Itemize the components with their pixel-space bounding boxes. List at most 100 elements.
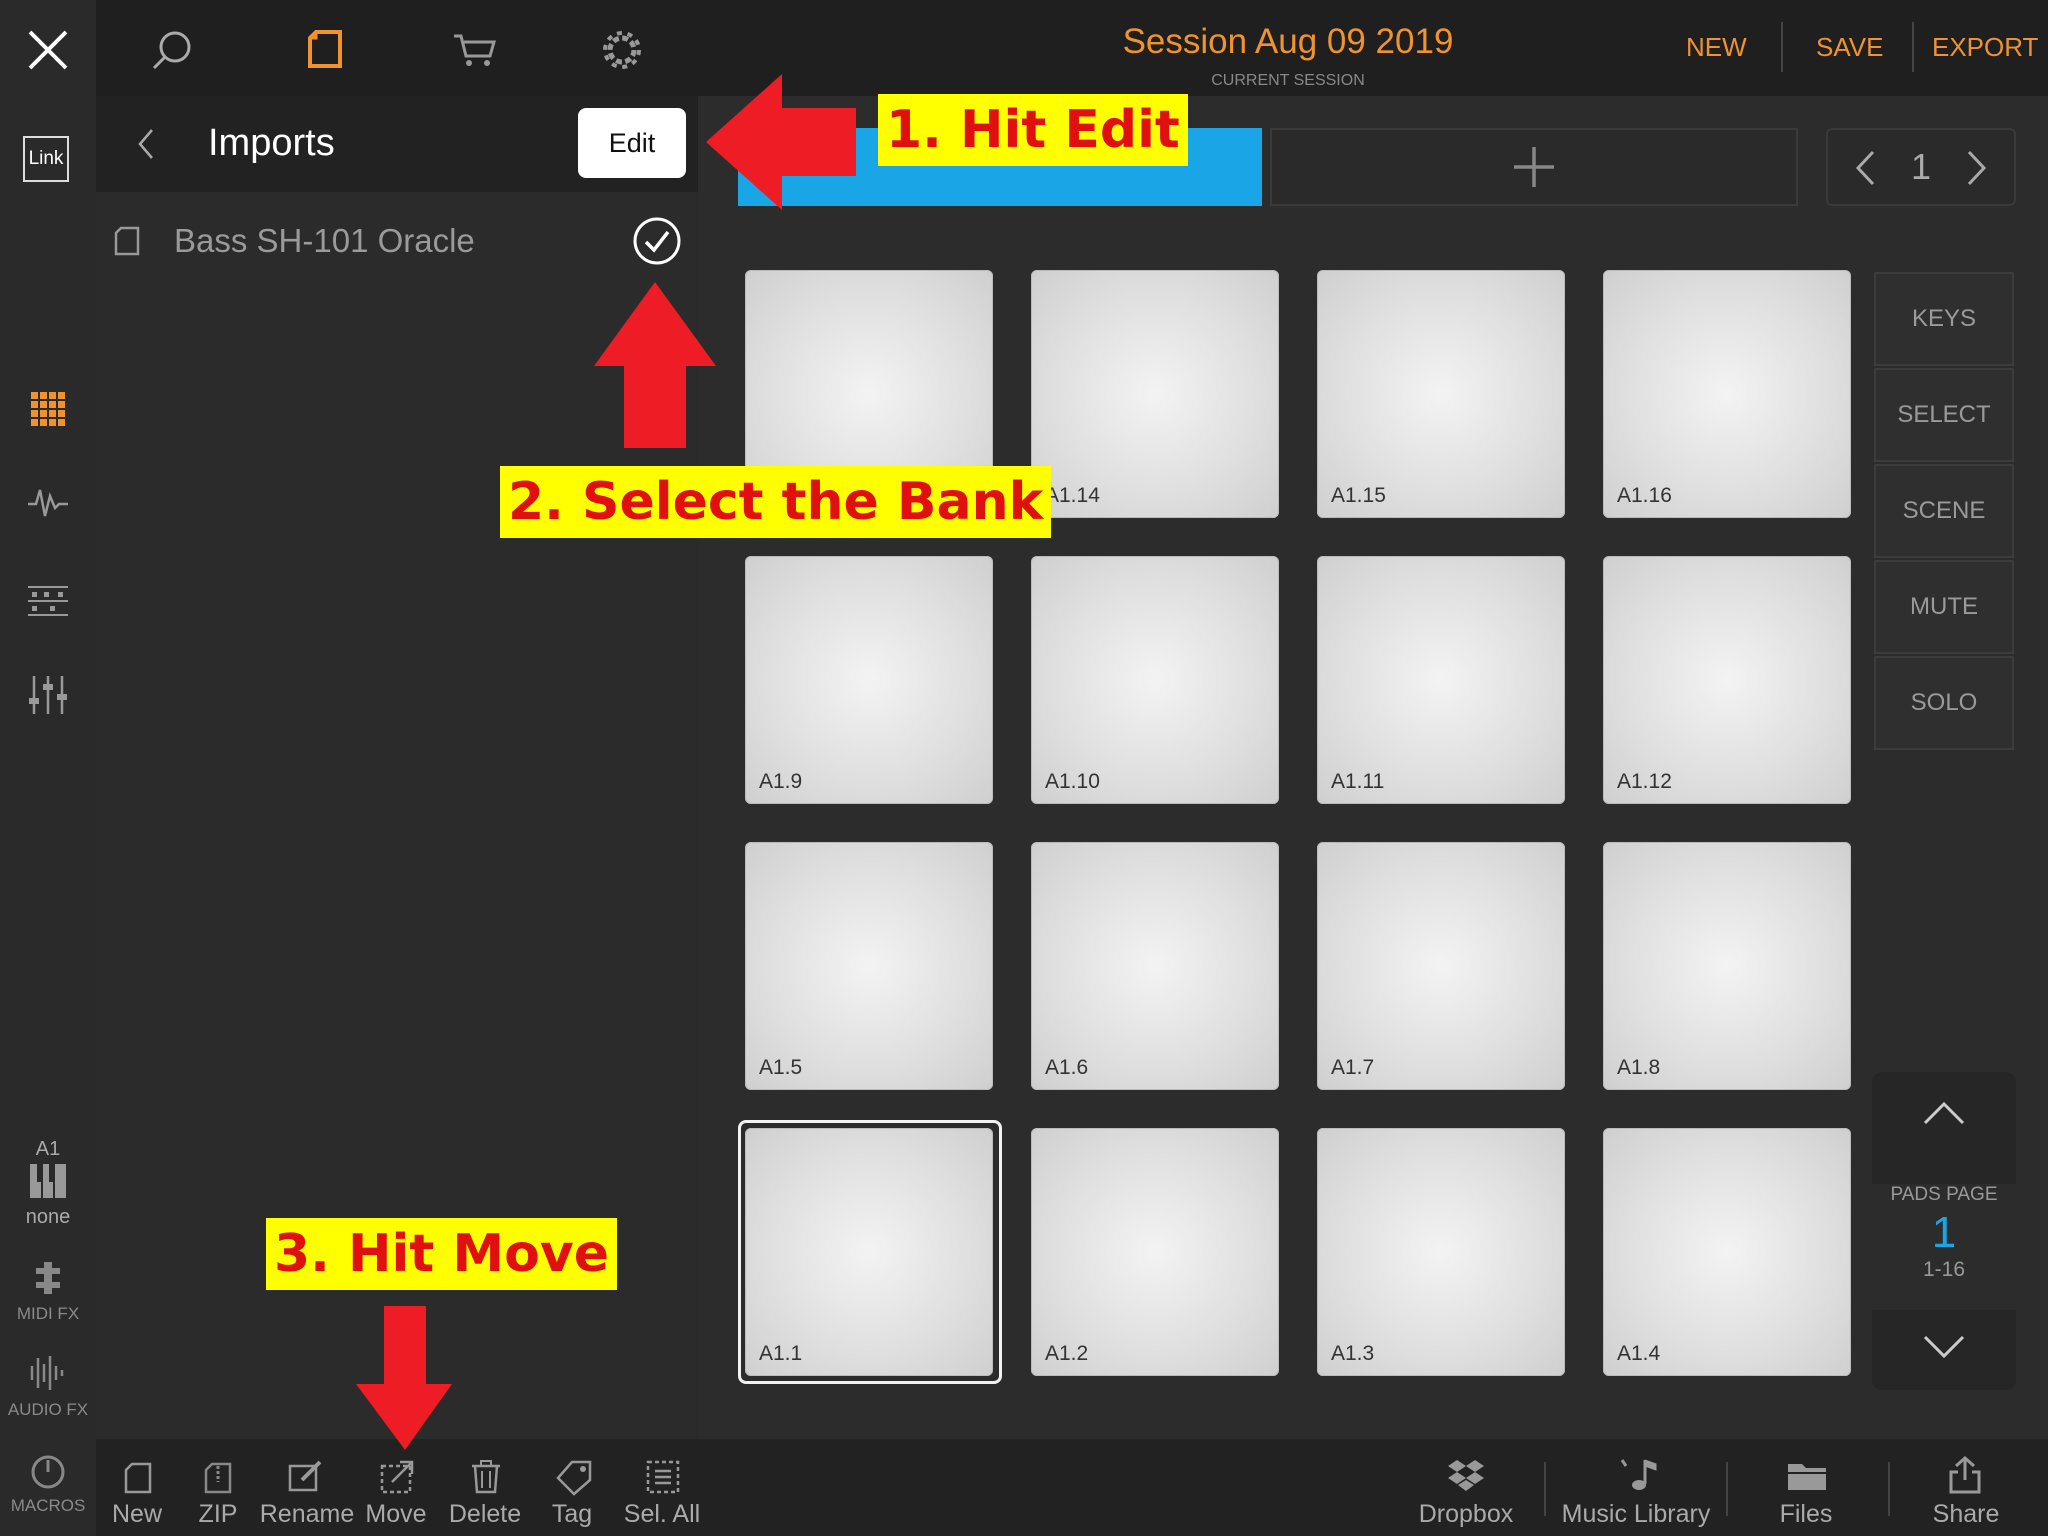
browser-folder-icon[interactable] bbox=[306, 28, 346, 70]
chevron-down-icon[interactable] bbox=[1922, 1334, 1966, 1360]
edit-label: Edit bbox=[608, 127, 656, 158]
sequencer-icon[interactable] bbox=[28, 584, 68, 618]
audio-fx-label: AUDIO FX bbox=[7, 1400, 89, 1419]
search-icon[interactable] bbox=[150, 28, 194, 72]
link-label: Link bbox=[28, 148, 64, 169]
pad[interactable]: A1.6 bbox=[1031, 842, 1279, 1090]
add-scene-button[interactable] bbox=[1270, 128, 1798, 206]
red-arrow-up bbox=[594, 282, 716, 448]
browser-header: Imports Edit bbox=[96, 96, 698, 192]
folder-icon bbox=[114, 226, 140, 256]
pad[interactable]: A1.10 bbox=[1031, 556, 1279, 804]
pad-label: A1.12 bbox=[1617, 770, 1672, 793]
instrument-slot: A1 bbox=[35, 1138, 61, 1160]
mixer-icon[interactable] bbox=[28, 676, 68, 714]
mode-button[interactable]: KEYS bbox=[1874, 272, 2014, 366]
pad-label: A1.6 bbox=[1045, 1056, 1089, 1079]
midi-fx-label: MIDI FX bbox=[16, 1304, 80, 1323]
waveform-icon[interactable] bbox=[28, 486, 68, 520]
trash-icon bbox=[472, 1460, 500, 1494]
mode-button[interactable]: SOLO bbox=[1874, 656, 2014, 750]
save-button[interactable]: SAVE bbox=[1816, 32, 1883, 63]
tag-icon bbox=[556, 1460, 592, 1496]
annotation-step-2: 2. Select the Bank bbox=[500, 466, 1052, 538]
mode-button[interactable]: SELECT bbox=[1874, 368, 2014, 462]
select-all-icon bbox=[646, 1460, 680, 1494]
red-arrow-down bbox=[356, 1306, 452, 1450]
session-title[interactable]: Session Aug 09 2019 bbox=[1018, 22, 1558, 62]
selected-pad-outline bbox=[738, 1120, 1002, 1384]
scene-pager: 1 bbox=[1826, 128, 2016, 206]
pad[interactable]: A1.14 bbox=[1031, 270, 1279, 518]
source-button[interactable]: Files bbox=[1716, 1500, 1896, 1529]
pad-label: A1.15 bbox=[1331, 484, 1386, 507]
browser-tabs bbox=[96, 0, 698, 96]
pads-page-label: PADS PAGE bbox=[1890, 1184, 1998, 1205]
pad-label: A1.5 bbox=[759, 1056, 803, 1079]
browser-title: Imports bbox=[208, 122, 335, 164]
chevron-up-icon[interactable] bbox=[1922, 1100, 1966, 1126]
dropbox-icon bbox=[1448, 1460, 1484, 1491]
audio-fx-icon[interactable] bbox=[28, 1356, 68, 1390]
pad[interactable]: A1.3 bbox=[1317, 1128, 1565, 1376]
pads-page-range: 1-16 bbox=[1922, 1258, 1966, 1281]
session-subtitle: CURRENT SESSION bbox=[1211, 72, 1365, 89]
pad-label: A1.10 bbox=[1045, 770, 1100, 793]
new-session-button[interactable]: NEW bbox=[1686, 32, 1747, 63]
pad[interactable]: A1.4 bbox=[1603, 1128, 1851, 1376]
zip-icon bbox=[204, 1462, 232, 1494]
instrument-name: none bbox=[25, 1206, 71, 1228]
pad[interactable]: A1.15 bbox=[1317, 270, 1565, 518]
toolbar-button[interactable]: Sel. All bbox=[602, 1500, 722, 1529]
music-note-icon bbox=[1620, 1459, 1657, 1490]
edit-button[interactable]: Edit bbox=[578, 108, 686, 178]
prev-chevron-icon[interactable] bbox=[1854, 150, 1876, 186]
midi-fx-icon[interactable] bbox=[34, 1262, 62, 1294]
close-icon[interactable] bbox=[26, 28, 70, 72]
scene-page-number: 1 bbox=[1910, 146, 1932, 187]
mode-button[interactable]: SCENE bbox=[1874, 464, 2014, 558]
pad[interactable]: A1.5 bbox=[745, 842, 993, 1090]
pad[interactable]: A1.16 bbox=[1603, 270, 1851, 518]
rename-icon bbox=[288, 1460, 322, 1492]
macros-knob-icon[interactable] bbox=[30, 1454, 66, 1490]
pad[interactable]: A1.7 bbox=[1317, 842, 1565, 1090]
new-file-icon bbox=[124, 1462, 152, 1494]
list-item-label: Bass SH-101 Oracle bbox=[174, 222, 475, 259]
annotation-step-3: 3. Hit Move bbox=[266, 1218, 617, 1290]
pad-label: A1.8 bbox=[1617, 1056, 1661, 1079]
pad-label: A1.7 bbox=[1331, 1056, 1375, 1079]
pad[interactable]: A1.8 bbox=[1603, 842, 1851, 1090]
source-button[interactable]: Share bbox=[1876, 1500, 2048, 1529]
left-rail: Link A1 none MIDI FX AUDIO FX MACROS bbox=[0, 0, 96, 1536]
pad-label: A1.14 bbox=[1045, 484, 1100, 507]
link-button[interactable]: Link bbox=[23, 136, 69, 182]
source-button[interactable]: Dropbox bbox=[1376, 1500, 1556, 1529]
cart-icon[interactable] bbox=[452, 32, 496, 68]
pad-label: A1.11 bbox=[1331, 770, 1385, 793]
plus-icon bbox=[1514, 147, 1554, 187]
files-folder-icon bbox=[1788, 1464, 1826, 1490]
export-button[interactable]: EXPORT bbox=[1932, 32, 2038, 63]
divider bbox=[1781, 22, 1783, 72]
pad[interactable]: A1.12 bbox=[1603, 556, 1851, 804]
back-chevron-icon[interactable] bbox=[136, 128, 156, 160]
mode-button[interactable]: MUTE bbox=[1874, 560, 2014, 654]
pad-label: A1.4 bbox=[1617, 1342, 1661, 1365]
settings-gear-icon[interactable] bbox=[600, 28, 644, 72]
pads-grid-icon[interactable] bbox=[31, 392, 65, 426]
move-icon bbox=[380, 1460, 414, 1494]
source-button[interactable]: Music Library bbox=[1546, 1500, 1726, 1529]
pad-label: A1.2 bbox=[1045, 1342, 1089, 1365]
pad[interactable]: A1.2 bbox=[1031, 1128, 1279, 1376]
pad-label: A1.16 bbox=[1617, 484, 1672, 507]
pad[interactable]: A1.11 bbox=[1317, 556, 1565, 804]
list-item[interactable]: Bass SH-101 Oracle bbox=[96, 206, 698, 276]
pad[interactable]: A1.9 bbox=[745, 556, 993, 804]
checkmark-circle-icon[interactable] bbox=[632, 216, 682, 266]
keyboard-icon[interactable] bbox=[30, 1164, 66, 1198]
annotation-step-1: 1. Hit Edit bbox=[878, 94, 1188, 166]
pad-label: A1.3 bbox=[1331, 1342, 1375, 1365]
pads-page-number: 1 bbox=[1931, 1208, 1957, 1257]
next-chevron-icon[interactable] bbox=[1966, 150, 1988, 186]
